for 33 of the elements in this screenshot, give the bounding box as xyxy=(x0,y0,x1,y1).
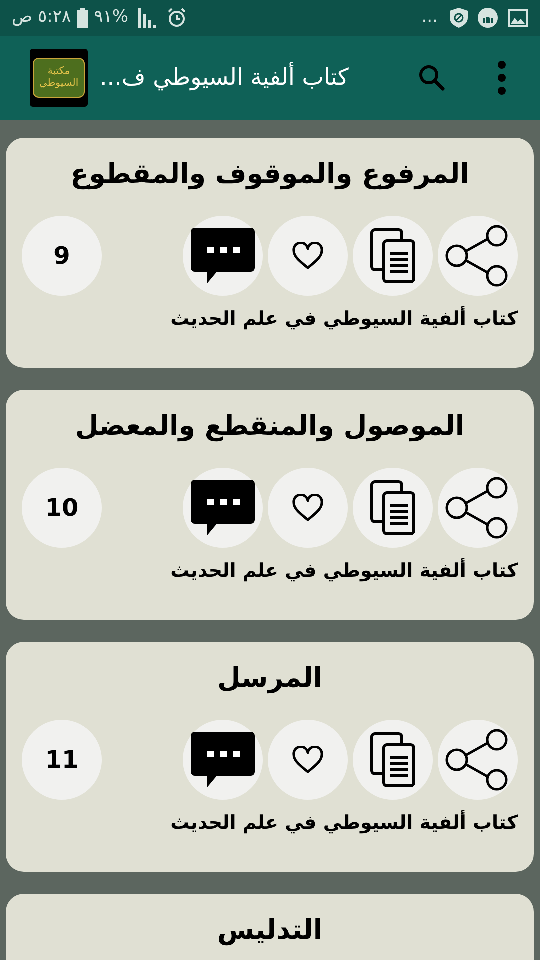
shield-icon xyxy=(450,8,468,28)
more-icon xyxy=(497,61,507,95)
comment-icon xyxy=(191,228,255,284)
heart-icon xyxy=(292,242,324,270)
battery-percent: %٩١ xyxy=(94,6,129,30)
count-badge: 9 xyxy=(22,216,102,296)
comment-icon xyxy=(191,480,255,536)
card-title: المرفوع والموقوف والمقطوع xyxy=(70,158,470,192)
card-title: المرسل xyxy=(216,662,324,696)
logo-text: مكتبة xyxy=(48,66,70,78)
card[interactable]: التدليس xyxy=(6,894,534,960)
card-title: الموصول والمنقطع والمعضل xyxy=(74,410,466,444)
copy-icon xyxy=(370,228,416,284)
heart-icon xyxy=(292,746,324,774)
copy-icon xyxy=(370,480,416,536)
battery-icon xyxy=(77,8,88,28)
app-title: كتاب ألفية السيوطي ف... xyxy=(100,60,349,96)
book-title: كتاب ألفية السيوطي في علم الحديث xyxy=(170,305,518,332)
status-time: ٥:٢٨ ص xyxy=(12,6,72,30)
count-badge: 11 xyxy=(22,720,102,800)
signal-icon xyxy=(136,8,157,28)
count-badge: 10 xyxy=(22,468,102,548)
logo-text: السيوطي xyxy=(39,78,79,90)
heart-icon xyxy=(292,494,324,522)
book-title: كتاب ألفية السيوطي في علم الحديث xyxy=(170,557,518,584)
more-notifications: ... xyxy=(422,6,438,30)
search-icon xyxy=(419,65,445,91)
image-icon xyxy=(508,9,528,27)
copy-icon xyxy=(370,732,416,788)
book-title: كتاب ألفية السيوطي في علم الحديث xyxy=(170,809,518,836)
card-title: التدليس xyxy=(216,914,324,948)
comment-icon xyxy=(191,732,255,788)
alarm-icon xyxy=(166,8,187,28)
